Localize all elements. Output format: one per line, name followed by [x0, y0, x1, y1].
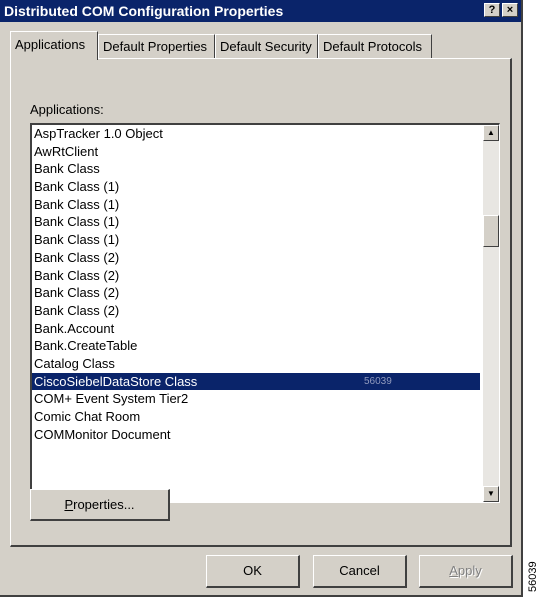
applications-listbox[interactable]: AspTracker 1.0 Object AwRtClient Bank Clas… [30, 123, 500, 503]
list-item-label: COM+ Event System Tier2 [34, 391, 189, 407]
list-item[interactable]: Bank Class [32, 160, 480, 178]
apply-button[interactable]: Apply [419, 555, 513, 588]
list-item[interactable]: Comic Chat Room [32, 408, 480, 426]
dcom-config-dialog: Distributed COM Configuration Properties… [0, 0, 523, 597]
tab-default-properties[interactable]: Default Properties [98, 34, 215, 58]
list-item-label: Bank.Account [34, 320, 115, 336]
help-icon[interactable]: ? [484, 3, 500, 17]
list-item-label: Bank Class (1) [34, 232, 120, 248]
list-item[interactable]: Catalog Class [32, 355, 480, 373]
tab-panel-applications: Applications: AspTracker 1.0 Object AwRtC… [10, 58, 512, 547]
list-item-label: Bank Class (1) [34, 196, 120, 212]
close-icon[interactable]: × [502, 3, 518, 17]
applications-label: Applications: [30, 102, 104, 117]
list-item-label: Comic Chat Room [34, 409, 141, 424]
list-item[interactable]: Bank.CreateTable [32, 337, 480, 355]
tab-label: Default Security [220, 39, 312, 54]
list-item-label: COMMonitor Document [34, 426, 171, 442]
list-item[interactable]: Bank.Account [32, 320, 480, 338]
list-item[interactable]: Bank Class (1) [32, 178, 480, 196]
list-item-label: CiscoSiebelDataStore Class [34, 373, 198, 389]
list-item[interactable]: Bank Class (2) [32, 284, 480, 302]
list-item[interactable]: AwRtClient [32, 143, 480, 161]
list-item-label: Bank Class (1) [34, 214, 120, 230]
list-item-label: Bank Class (1) [34, 179, 120, 195]
properties-button[interactable]: Properties... [30, 489, 170, 521]
list-item-label: Catalog Class [34, 355, 115, 371]
window-title: Distributed COM Configuration Properties [4, 3, 284, 19]
tab-default-security[interactable]: Default Security [215, 34, 318, 58]
list-item-label: AspTracker 1.0 Object [34, 126, 163, 141]
applications-list: AspTracker 1.0 Object AwRtClient Bank Clas… [32, 125, 480, 443]
list-item[interactable]: COMMonitor Document [32, 426, 480, 444]
list-item[interactable]: Bank Class (1) [32, 196, 480, 214]
title-bar: Distributed COM Configuration Properties… [0, 0, 521, 22]
tab-label: Applications [15, 37, 86, 52]
apply-mnemonic: A [449, 563, 458, 578]
listbox-scrollbar[interactable]: ▲ ▼ [483, 125, 499, 502]
list-item-label: Bank Class (2) [34, 302, 120, 318]
properties-mnemonic: P [64, 497, 74, 512]
scroll-up-button[interactable]: ▲ [483, 125, 499, 141]
list-item[interactable]: Bank Class (2) [32, 267, 480, 285]
tab-applications[interactable]: Applications [10, 31, 98, 60]
list-item-label: Bank Class (2) [34, 249, 120, 265]
list-item-label: Bank.CreateTable [34, 338, 138, 354]
ok-button[interactable]: OK [206, 555, 300, 588]
tab-label: Default Properties [103, 39, 208, 54]
list-item[interactable]: Bank Class (2) [32, 249, 480, 267]
properties-label: roperties... [73, 497, 135, 512]
list-item-label: Bank Class (2) [34, 285, 120, 301]
tab-default-protocols[interactable]: Default Protocols [318, 34, 432, 58]
list-item-label: Bank Class [34, 161, 100, 177]
cancel-button[interactable]: Cancel [313, 555, 407, 588]
scroll-thumb[interactable] [483, 215, 499, 247]
list-item[interactable]: Bank Class (1) [32, 231, 480, 249]
scroll-down-button[interactable]: ▼ [483, 486, 499, 502]
list-item[interactable]: CiscoSiebelDataStore Class 56039 [32, 372, 480, 391]
list-item[interactable]: Bank Class (2) [32, 302, 480, 320]
figure-number: 56039 [527, 561, 539, 592]
list-item[interactable]: Bank Class (1) [32, 213, 480, 231]
list-item[interactable]: COM+ Event System Tier2 [32, 390, 480, 408]
list-item-label: AwRtClient [34, 143, 99, 159]
list-item-label: Bank Class (2) [34, 267, 120, 283]
tab-label: Default Protocols [323, 39, 422, 54]
list-item[interactable]: AspTracker 1.0 Object [32, 125, 480, 143]
selected-item-mark: 56039 [364, 375, 392, 387]
apply-label: pply [457, 563, 482, 578]
